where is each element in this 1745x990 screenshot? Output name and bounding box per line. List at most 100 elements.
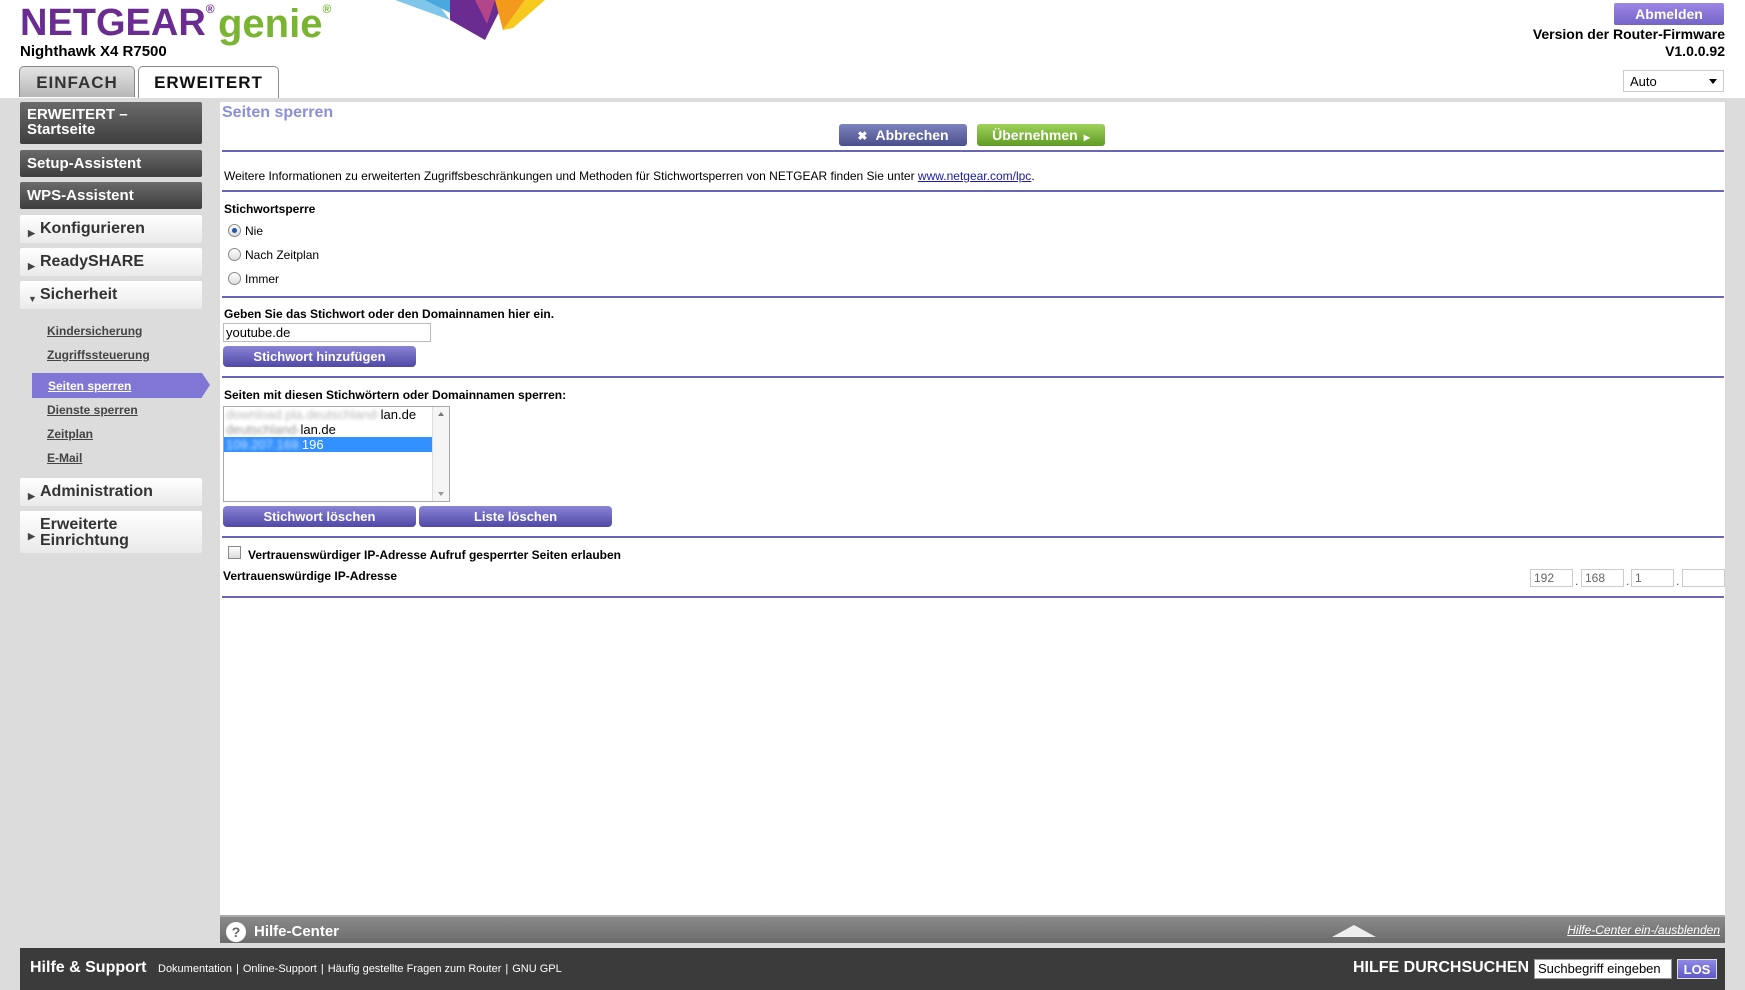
caret-right-icon: ▶	[28, 531, 35, 541]
caret-right-icon: ▶	[28, 228, 35, 238]
expand-up-icon[interactable]	[1332, 925, 1376, 937]
sidebar-item-label: ReadySHARE	[40, 253, 145, 270]
language-value: Auto	[1630, 74, 1657, 89]
radio-label: Nie	[245, 224, 264, 238]
radio-button[interactable]	[228, 248, 241, 261]
page-title: Seiten sperren	[222, 104, 334, 121]
keyword-input[interactable]: youtube.de	[223, 323, 431, 342]
sidebar-sub-email[interactable]: E-Mail	[47, 451, 82, 465]
arrow-right-icon: ▶	[1083, 133, 1090, 142]
sidebar-sub-kindersicherung[interactable]: Kindersicherung	[47, 324, 142, 338]
sidebar-item-konfigurieren[interactable]: ▶ Konfigurieren	[20, 215, 202, 243]
footer-title: Hilfe & Support	[30, 959, 147, 976]
ip-octet-4[interactable]	[1682, 569, 1725, 587]
ip-octet-2[interactable]: 168	[1581, 569, 1624, 587]
question-icon: ?	[226, 922, 246, 942]
radio-button[interactable]	[228, 224, 241, 237]
search-label: HILFE DURCHSUCHEN	[1353, 959, 1529, 976]
sidebar-item-readyshare[interactable]: ▶ ReadySHARE	[20, 248, 202, 276]
genie-logo: genie®	[218, 2, 332, 46]
search-input[interactable]: Suchbegriff eingeben	[1534, 959, 1672, 979]
tab-einfach[interactable]: EINFACH	[19, 66, 135, 97]
scrollbar[interactable]	[432, 407, 449, 501]
footer: Hilfe & Support Dokumentation | Online-Sup…	[20, 948, 1725, 990]
clear-list-button[interactable]: Liste löschen	[419, 506, 612, 527]
sidebar-sub-zeitplan[interactable]: Zeitplan	[47, 427, 93, 441]
footer-links: Dokumentation | Online-Support | Häufig gest…	[158, 963, 562, 975]
sidebar-item-label: Administration	[40, 483, 153, 500]
sidebar-item-label: Konfigurieren	[40, 220, 145, 237]
sidebar-item-wps[interactable]: WPS-Assistent	[20, 182, 202, 209]
info-end: .	[1031, 169, 1035, 183]
sidebar-item-home[interactable]: ERWEITERT – Startseite	[20, 102, 202, 144]
radio-immer[interactable]: Immer	[228, 272, 279, 286]
close-icon: ✖	[857, 129, 868, 143]
radio-nie[interactable]: Nie	[228, 224, 263, 238]
sidebar-sub-dienste-sperren[interactable]: Dienste sperren	[47, 403, 138, 417]
trusted-ip-label: Vertrauenswürdige IP-Adresse	[223, 569, 398, 583]
blocked-list[interactable]: download.pla.deutschland-lan.de deutschl…	[223, 406, 450, 502]
list-item-text: lan.de	[380, 407, 417, 422]
add-keyword-button[interactable]: Stichwort hinzufügen	[223, 346, 416, 367]
redacted-text: download.pla.deutschland-	[226, 407, 381, 422]
enter-keyword-label: Geben Sie das Stichwort oder den Domainn…	[224, 307, 555, 321]
language-select[interactable]: Auto	[1623, 70, 1724, 92]
caret-down-icon: ▼	[28, 294, 37, 304]
ip-octet-3[interactable]: 1	[1631, 569, 1674, 587]
netgear-logo: NETGEAR®	[20, 2, 215, 44]
help-toggle-link[interactable]: Hilfe-Center ein-/ausblenden	[1567, 923, 1720, 937]
footer-link-doku[interactable]: Dokumentation	[158, 963, 232, 975]
sidebar-sub-seiten-sperren[interactable]: Seiten sperren	[32, 373, 210, 398]
divider	[222, 596, 1724, 598]
ip-separator: .	[1676, 574, 1680, 588]
apply-button[interactable]: Übernehmen ▶	[977, 124, 1105, 146]
chevron-down-icon	[1709, 79, 1717, 84]
divider	[222, 376, 1724, 378]
firmware-label: Version der Router-Firmware	[1532, 26, 1725, 42]
divider	[222, 190, 1724, 192]
radio-label: Nach Zeitplan	[245, 248, 320, 262]
list-item-text: lan.de	[300, 422, 336, 437]
radio-button[interactable]	[228, 272, 241, 285]
list-item[interactable]: download.pla.deutschland-lan.de	[224, 407, 432, 422]
caret-right-icon: ▶	[28, 491, 35, 501]
ip-separator: .	[1626, 574, 1630, 588]
sidebar-item-sicherheit[interactable]: ▼ Sicherheit	[20, 281, 202, 309]
divider	[222, 296, 1724, 298]
tab-erweitert[interactable]: ERWEITERT	[138, 66, 279, 98]
list-item[interactable]: deutschland-lan.de	[224, 422, 432, 437]
ip-separator: .	[1575, 574, 1579, 588]
sidebar-item-administration[interactable]: ▶ Administration	[20, 478, 202, 506]
footer-link-faq[interactable]: Häufig gestellte Fragen zum Router	[328, 963, 502, 975]
router-model: Nighthawk X4 R7500	[20, 43, 167, 60]
scroll-down-icon[interactable]	[438, 492, 444, 496]
delete-keyword-button[interactable]: Stichwort löschen	[223, 506, 416, 527]
sidebar-item-label: Sicherheit	[40, 286, 118, 303]
sidebar-sub-zugriffssteuerung[interactable]: Zugriffssteuerung	[47, 348, 150, 362]
list-item-selected[interactable]: 109.207.169.196	[224, 437, 432, 452]
divider	[222, 150, 1724, 152]
cancel-button[interactable]: ✖ Abbrechen	[839, 124, 967, 146]
trusted-checkbox-label: Vertrauenswürdiger IP-Adresse Aufruf ges…	[248, 548, 622, 562]
footer-link-gpl[interactable]: GNU GPL	[512, 963, 562, 975]
logout-button[interactable]: Abmelden	[1614, 3, 1724, 25]
sidebar-item-erweiterte-einrichtung[interactable]: ▶ Erweiterte Einrichtung	[20, 511, 202, 553]
footer-link-online-support[interactable]: Online-Support	[243, 963, 317, 975]
trusted-ip-checkbox[interactable]	[228, 546, 241, 559]
header: NETGEAR® genie® Nighthawk X4 R7500 EINFA…	[0, 0, 1745, 98]
redacted-text: deutschland-	[226, 422, 301, 437]
keyword-block-label: Stichwortsperre	[224, 202, 316, 216]
radio-nach-zeitplan[interactable]: Nach Zeitplan	[228, 248, 319, 262]
sidebar-sub-label: Seiten sperren	[48, 379, 132, 393]
sidebar-item-setup[interactable]: Setup-Assistent	[20, 150, 202, 177]
cancel-label: Abbrechen	[875, 127, 949, 143]
redacted-text: 109.207.169.	[226, 437, 302, 452]
radio-label: Immer	[245, 272, 279, 286]
help-center-bar[interactable]: ? Hilfe-Center Hilfe-Center ein-/ausblen…	[220, 915, 1725, 943]
ip-octet-1[interactable]: 192	[1530, 569, 1573, 587]
scroll-up-icon[interactable]	[438, 412, 444, 416]
logo-graphic-icon	[395, 0, 545, 40]
list-item-text: 196	[301, 437, 324, 452]
search-button[interactable]: LOS	[1677, 959, 1717, 979]
lpc-link[interactable]: www.netgear.com/lpc	[918, 169, 1031, 183]
